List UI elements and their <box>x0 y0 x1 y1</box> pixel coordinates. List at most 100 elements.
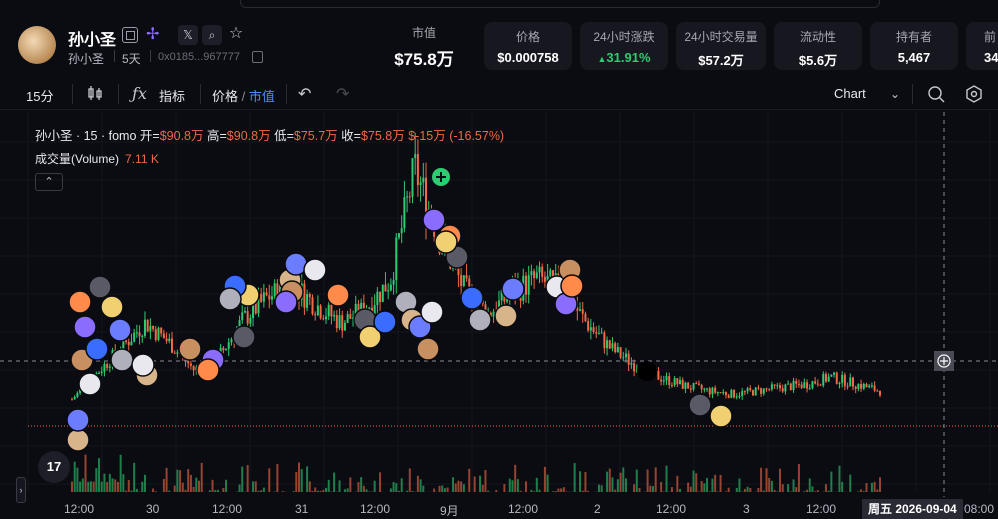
tradingview-logo[interactable]: 17 <box>38 451 70 483</box>
trader-avatar-marker[interactable] <box>460 286 484 310</box>
trader-avatar-marker[interactable] <box>110 348 134 372</box>
interval-selector[interactable]: 15分 <box>26 86 53 105</box>
volume-bar <box>349 477 352 492</box>
volume-bar <box>638 488 641 492</box>
undo-icon[interactable]: ↶ <box>298 84 311 104</box>
trader-avatar-marker[interactable] <box>303 258 327 282</box>
candle-body <box>735 396 738 398</box>
magnifier-settings-icon[interactable] <box>926 84 946 109</box>
indicators-button[interactable]: 指标 <box>159 86 185 105</box>
volume-bar <box>708 491 711 492</box>
token-avatar <box>18 26 56 64</box>
volume-bar <box>325 487 328 492</box>
trader-avatar-marker[interactable] <box>178 337 202 361</box>
chart-type-label[interactable]: Chart <box>834 86 866 101</box>
volume-bar <box>787 484 790 492</box>
mcap-option[interactable]: 市值 <box>249 89 275 104</box>
candle-body <box>395 237 398 281</box>
volume-bar <box>154 491 157 492</box>
volume-bar <box>327 479 330 492</box>
trader-avatar-marker[interactable] <box>709 404 733 428</box>
trader-avatar-marker[interactable] <box>434 230 458 254</box>
price-option[interactable]: 价格 <box>212 89 238 104</box>
stat-24h-volume: 24小时交易量 $57.2万 <box>676 22 766 70</box>
trader-avatar-marker[interactable] <box>420 300 444 324</box>
volume-bar <box>792 479 795 492</box>
volume-bar <box>268 468 271 492</box>
trader-avatar-marker[interactable] <box>66 428 90 452</box>
candle-body <box>222 347 225 351</box>
candle-body <box>549 270 552 276</box>
trader-avatar-marker[interactable] <box>560 274 584 298</box>
candle-body <box>662 380 665 382</box>
trader-avatar-marker[interactable] <box>494 304 518 328</box>
stat-top: 前 34 <box>966 22 998 70</box>
chart-canvas[interactable] <box>0 112 998 519</box>
volume-bar <box>127 479 130 492</box>
volume-bar <box>838 465 841 492</box>
candle-body <box>230 339 233 343</box>
volume-bar <box>749 487 752 492</box>
contract-address[interactable]: 0x0185...967777 <box>158 51 240 63</box>
candle-type-icon[interactable] <box>86 84 104 107</box>
volume-bar <box>619 472 622 492</box>
trader-avatar-marker[interactable] <box>416 337 440 361</box>
volume-bar <box>314 487 317 492</box>
candle-body <box>711 387 714 395</box>
trader-avatar-marker[interactable] <box>468 308 492 332</box>
trader-avatar-marker[interactable] <box>78 372 102 396</box>
trader-avatar-marker[interactable] <box>274 290 298 314</box>
candle-body <box>189 363 192 366</box>
volume-bar <box>379 472 382 492</box>
collapse-legend-button[interactable]: ⌃ <box>35 173 63 191</box>
favorite-star-icon[interactable]: ☆ <box>226 24 246 44</box>
volume-bar <box>760 467 763 492</box>
volume-legend: 成交量(Volume) 7.11 K <box>35 150 159 167</box>
trader-avatar-marker[interactable] <box>68 290 92 314</box>
volume-bar <box>727 487 730 492</box>
candle-body <box>679 380 682 385</box>
trader-avatar-marker[interactable] <box>85 337 109 361</box>
candle-body <box>770 384 773 390</box>
search-icon[interactable]: ⌕ <box>202 25 222 45</box>
volume-bar <box>562 487 565 492</box>
volume-bar <box>254 481 257 492</box>
trader-avatar-marker[interactable] <box>501 277 525 301</box>
redo-icon[interactable]: ↷ <box>336 84 349 104</box>
chevron-down-icon[interactable]: ⌄ <box>890 87 900 101</box>
volume-bar <box>400 478 403 492</box>
trader-avatar-marker[interactable] <box>100 295 124 319</box>
volume-bar <box>870 482 873 492</box>
candle-body <box>630 363 633 365</box>
volume-bar <box>735 487 738 492</box>
trader-avatar-marker[interactable] <box>326 283 350 307</box>
trader-avatar-marker[interactable] <box>232 325 256 349</box>
copy-icon[interactable] <box>252 51 263 63</box>
fx-indicator-icon[interactable]: ƒx <box>132 84 147 103</box>
trader-avatar-marker[interactable] <box>373 310 397 334</box>
trader-avatar-marker[interactable] <box>88 275 112 299</box>
candle-body <box>103 364 106 372</box>
candle-body <box>162 333 165 339</box>
side-panel-toggle[interactable]: › <box>16 477 26 503</box>
price-mcap-toggle[interactable]: 价格 / 市值 <box>212 86 275 105</box>
candle-body <box>800 384 803 388</box>
trader-avatar-marker[interactable] <box>108 318 132 342</box>
trader-avatar-marker[interactable] <box>196 358 220 382</box>
trader-avatar-marker[interactable] <box>66 408 90 432</box>
candle-body <box>773 384 776 386</box>
trader-avatar-marker[interactable] <box>131 353 155 377</box>
volume-bar <box>679 488 682 492</box>
volume-bar <box>79 481 82 492</box>
price-chart[interactable]: 孙小圣 · 15 · fomo 开=$90.8万 高=$90.8万 低=$75.… <box>0 112 998 519</box>
trader-avatar-marker[interactable] <box>218 287 242 311</box>
trader-avatar-marker[interactable] <box>688 393 712 417</box>
volume-bar <box>803 491 806 492</box>
settings-hex-icon[interactable] <box>964 84 984 109</box>
candle-body <box>665 376 668 381</box>
x-twitter-icon[interactable]: 𝕏 <box>178 25 198 45</box>
candle-body <box>319 305 322 319</box>
volume-bar <box>660 481 663 492</box>
candle-body <box>192 365 195 371</box>
trader-avatar-marker[interactable] <box>73 315 97 339</box>
